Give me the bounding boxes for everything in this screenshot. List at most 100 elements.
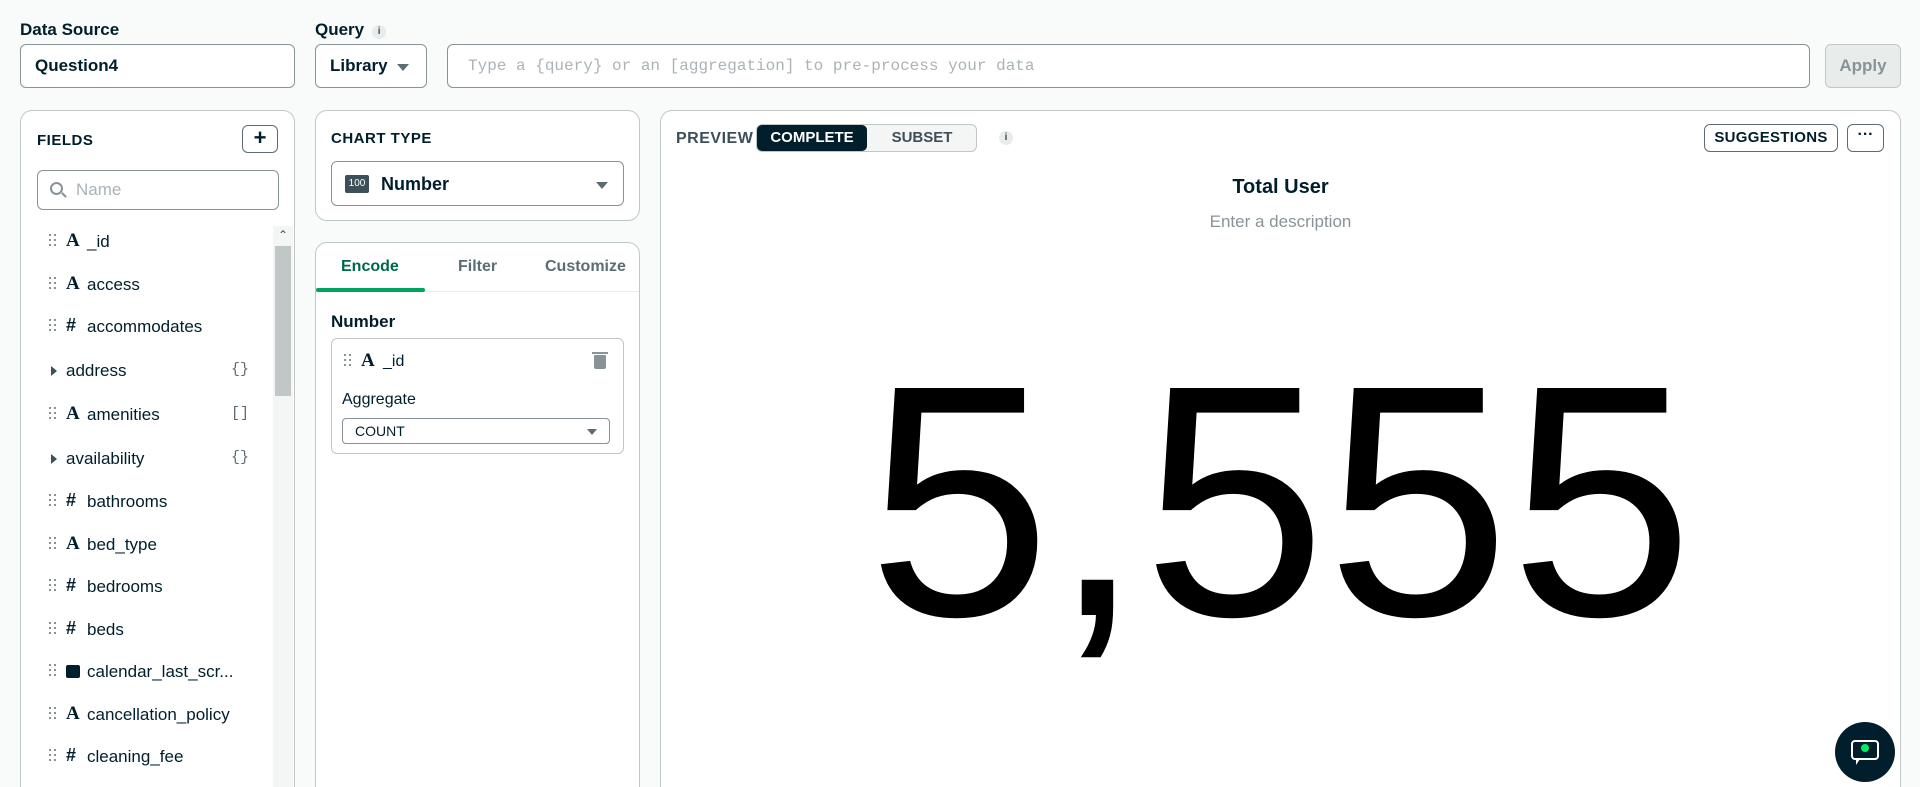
field-item[interactable]: # bedrooms xyxy=(21,571,271,601)
string-type-icon: A xyxy=(66,533,80,554)
field-name: _id xyxy=(87,232,110,251)
string-type-icon: A xyxy=(66,230,80,251)
field-item[interactable]: A cancellation_policy xyxy=(21,699,271,729)
expand-caret-icon[interactable] xyxy=(51,454,57,464)
chevron-down-icon xyxy=(587,429,597,435)
field-name: availability xyxy=(66,449,145,468)
field-item[interactable]: calendar_last_scr... xyxy=(21,656,271,686)
chart-type-panel: CHART TYPE 100 Number xyxy=(315,110,640,221)
chat-person-icon xyxy=(1861,744,1869,752)
scroll-thumb[interactable] xyxy=(275,246,291,396)
scroll-up-icon[interactable]: ⌃ xyxy=(277,228,289,242)
suggestions-button[interactable]: SUGGESTIONS xyxy=(1704,124,1838,152)
data-source-label: Data Source xyxy=(20,20,120,39)
field-item[interactable]: # accommodates xyxy=(21,311,271,341)
field-name: address xyxy=(66,361,127,380)
tab-customize[interactable]: Customize xyxy=(545,258,626,276)
drag-handle-icon[interactable] xyxy=(49,537,57,551)
sample-mode-toggle: COMPLETE SUBSET xyxy=(756,124,977,152)
field-item[interactable]: address {} xyxy=(21,355,271,385)
aggregate-label: Aggregate xyxy=(342,391,416,408)
field-name: cleaning_fee xyxy=(87,747,184,766)
preview-panel: PREVIEW COMPLETE SUBSET i SUGGESTIONS ··… xyxy=(660,110,1901,787)
date-type-icon xyxy=(66,665,80,678)
trash-icon[interactable] xyxy=(592,352,608,369)
info-icon[interactable]: i xyxy=(999,131,1013,145)
active-tab-indicator xyxy=(316,288,425,292)
add-field-button[interactable]: + xyxy=(242,125,278,153)
fields-panel: FIELDS + Name A _id A access # accommoda… xyxy=(20,110,295,787)
number-chart-value: 5,555 xyxy=(867,316,1694,685)
string-type-icon: A xyxy=(361,350,375,371)
drag-handle-icon[interactable] xyxy=(49,277,57,291)
chart-type-value: Number xyxy=(381,174,450,194)
chart-type-title: CHART TYPE xyxy=(331,130,432,147)
object-badge-icon: {} xyxy=(231,449,250,466)
field-name: beds xyxy=(87,620,124,639)
drag-handle-icon[interactable] xyxy=(49,664,57,678)
field-name: amenities xyxy=(87,405,160,424)
subset-toggle-button[interactable]: SUBSET xyxy=(867,125,977,151)
query-label: Query i xyxy=(315,20,387,40)
preview-label: PREVIEW xyxy=(676,130,754,147)
string-type-icon: A xyxy=(66,403,80,424)
query-language-select[interactable]: Library xyxy=(315,44,427,88)
field-name: bathrooms xyxy=(87,492,168,511)
array-badge-icon: [] xyxy=(231,405,250,422)
query-language-value: Library xyxy=(330,56,388,75)
fields-scrollbar[interactable]: ⌃ ⌄ xyxy=(273,226,293,787)
search-icon xyxy=(50,182,63,195)
field-item[interactable]: # bathrooms xyxy=(21,486,271,516)
tab-filter[interactable]: Filter xyxy=(458,258,497,276)
aggregate-select[interactable]: COUNT xyxy=(342,418,610,444)
aggregate-value: COUNT xyxy=(355,423,405,439)
number-type-icon: # xyxy=(66,618,77,638)
field-name: access xyxy=(87,275,140,294)
number-type-icon: # xyxy=(66,315,77,335)
complete-toggle-button[interactable]: COMPLETE xyxy=(757,125,867,151)
field-item[interactable]: # cleaning_fee xyxy=(21,741,271,771)
apply-button[interactable]: Apply xyxy=(1825,44,1901,88)
field-name: calendar_last_scr... xyxy=(87,662,234,681)
field-name: bed_type xyxy=(87,535,157,554)
drag-handle-icon[interactable] xyxy=(344,354,352,368)
encode-panel: Encode Filter Customize Number A _id Agg… xyxy=(315,242,640,787)
object-badge-icon: {} xyxy=(231,361,250,378)
field-search-input[interactable]: Name xyxy=(37,170,279,210)
number-type-icon: # xyxy=(66,745,77,765)
field-search-placeholder: Name xyxy=(76,180,122,199)
string-type-icon: A xyxy=(66,703,80,724)
drag-handle-icon[interactable] xyxy=(49,579,57,593)
field-item[interactable]: A access xyxy=(21,269,271,299)
chat-support-button[interactable] xyxy=(1835,722,1895,782)
tab-encode[interactable]: Encode xyxy=(341,258,399,276)
drag-handle-icon[interactable] xyxy=(49,234,57,248)
field-item[interactable]: A bed_type xyxy=(21,529,271,559)
more-options-button[interactable]: ··· xyxy=(1847,124,1884,152)
drag-handle-icon[interactable] xyxy=(49,707,57,721)
string-type-icon: A xyxy=(66,273,80,294)
query-label-text: Query xyxy=(315,20,365,39)
field-item[interactable]: # beds xyxy=(21,614,271,644)
drag-handle-icon[interactable] xyxy=(49,749,57,763)
number-type-icon: # xyxy=(66,490,77,510)
data-source-input[interactable]: Question4 xyxy=(20,44,295,88)
field-item[interactable]: A amenities [] xyxy=(21,399,271,429)
drag-handle-icon[interactable] xyxy=(49,407,57,421)
drag-handle-icon[interactable] xyxy=(49,494,57,508)
chart-title[interactable]: Total User xyxy=(661,176,1900,199)
encoding-field-card[interactable]: A _id Aggregate COUNT xyxy=(331,338,624,454)
drag-handle-icon[interactable] xyxy=(49,622,57,636)
query-input[interactable]: Type a {query} or an [aggregation] to pr… xyxy=(447,44,1810,88)
expand-caret-icon[interactable] xyxy=(51,366,57,376)
field-item[interactable]: availability {} xyxy=(21,443,271,473)
drag-handle-icon[interactable] xyxy=(49,319,57,333)
number-type-icon: # xyxy=(66,575,77,595)
chart-description-input[interactable]: Enter a description xyxy=(661,212,1900,232)
query-info-icon[interactable]: i xyxy=(372,25,387,39)
chart-type-select[interactable]: 100 Number xyxy=(331,161,624,206)
encoded-field-name: _id xyxy=(383,353,405,370)
chevron-down-icon xyxy=(397,64,409,71)
field-item[interactable]: A _id xyxy=(21,226,271,256)
field-name: accommodates xyxy=(87,317,203,336)
